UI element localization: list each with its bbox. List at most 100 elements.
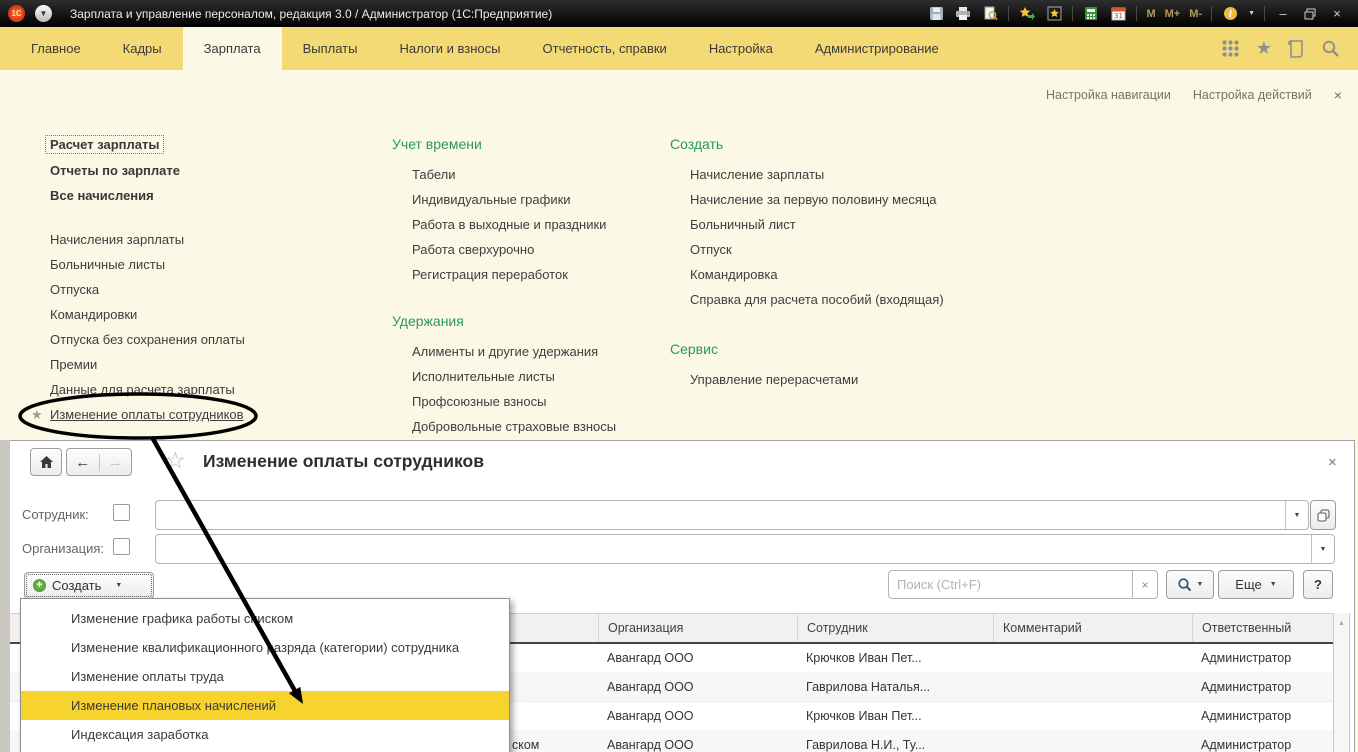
svg-text:31: 31 xyxy=(1114,12,1123,20)
nav-link-otchety-po-zarplate[interactable]: Отчеты по зарплате xyxy=(50,163,180,178)
cell-employee: Крючков Иван Пет... xyxy=(797,701,1002,730)
nav-link-komandirovka[interactable]: Командировка xyxy=(690,267,778,282)
organization-filter-checkbox[interactable] xyxy=(113,538,130,555)
search-input[interactable] xyxy=(889,571,1132,598)
memory-subtract-button[interactable]: M- xyxy=(1189,5,1202,23)
nav-link-otpuska[interactable]: Отпуска xyxy=(50,282,99,297)
application-window: 1С ▼ Зарплата и управление персоналом, р… xyxy=(0,0,1358,752)
favorite-toggle-icon[interactable]: ☆ xyxy=(165,447,186,474)
back-button[interactable]: ← xyxy=(67,454,100,471)
create-button[interactable]: + Создать ▼ xyxy=(24,572,154,599)
tab-kadry[interactable]: Кадры xyxy=(102,27,183,70)
search-caret-icon: ▼ xyxy=(1197,581,1204,588)
nav-link-dannye-dlya-rascheta[interactable]: Данные для расчета зарплаты xyxy=(50,382,235,397)
tab-nalogi[interactable]: Налоги и взносы xyxy=(378,27,521,70)
close-window-button[interactable]: × xyxy=(1328,5,1346,23)
titlebar-separator xyxy=(1072,6,1073,21)
form-close-icon[interactable]: × xyxy=(1328,454,1337,471)
nav-link-upravlenie-pereraschetami[interactable]: Управление перерасчетами xyxy=(690,372,858,387)
search-clear-icon[interactable]: × xyxy=(1132,571,1157,598)
nav-link-alimenty[interactable]: Алименты и другие удержания xyxy=(412,344,598,359)
scroll-up-icon[interactable]: ▲ xyxy=(1334,620,1349,627)
nav-link-registratsiya-pererabotok[interactable]: Регистрация переработок xyxy=(412,267,568,282)
tab-zarplata[interactable]: Зарплата xyxy=(183,27,282,70)
menu-item-izmenenie-oplaty-truda[interactable]: Изменение оплаты труда xyxy=(21,662,509,691)
favorites-icon[interactable] xyxy=(1045,5,1063,23)
memory-recall-button[interactable]: M xyxy=(1146,5,1155,23)
tab-nastroyka[interactable]: Настройка xyxy=(688,27,794,70)
more-button-label: Еще xyxy=(1235,577,1261,592)
tab-glavnoe[interactable]: Главное xyxy=(10,27,102,70)
organization-dropdown-icon[interactable]: ▼ xyxy=(1311,535,1334,563)
column-header-otvetstvennyy[interactable]: Ответственный xyxy=(1192,614,1333,642)
nav-link-otpuska-bez-sohraneniya[interactable]: Отпуска без сохранения оплаты xyxy=(50,332,245,347)
column-header-sotrudnik[interactable]: Сотрудник xyxy=(797,614,993,642)
organization-input[interactable] xyxy=(156,535,1311,563)
employee-dropdown-icon[interactable]: ▼ xyxy=(1285,501,1308,529)
add-to-favorites-icon[interactable] xyxy=(1018,5,1036,23)
nav-link-izmenenie-oplaty-sotrudnikov[interactable]: Изменение оплаты сотрудников xyxy=(50,407,244,422)
nav-link-premii[interactable]: Премии xyxy=(50,357,97,372)
home-button[interactable] xyxy=(30,448,62,476)
titlebar-separator xyxy=(1136,6,1137,21)
nav-link-nachisleniya-zarplaty[interactable]: Начисления зарплаты xyxy=(50,232,184,247)
memory-add-button[interactable]: M+ xyxy=(1165,5,1181,23)
nav-link-nachislenie-zarplaty[interactable]: Начисление зарплаты xyxy=(690,167,824,182)
nav-link-nachislenie-za-polovinu[interactable]: Начисление за первую половину месяца xyxy=(690,192,937,207)
system-menu-button[interactable]: ▼ xyxy=(35,5,52,22)
calendar-icon[interactable]: 31 xyxy=(1109,5,1127,23)
nav-link-profsoyuznye-vznosy[interactable]: Профсоюзные взносы xyxy=(412,394,546,409)
tab-vyplaty[interactable]: Выплаты xyxy=(282,27,379,70)
nav-link-bolnichnye-listy[interactable]: Больничные листы xyxy=(50,257,165,272)
menu-item-izmenenie-razryada[interactable]: Изменение квалификационного разряда (кат… xyxy=(21,633,509,662)
table-scrollbar[interactable]: ▲ xyxy=(1333,613,1350,752)
employee-filter-checkbox[interactable] xyxy=(113,504,130,521)
column-header-kommentariy[interactable]: Комментарий xyxy=(993,614,1192,642)
history-icon[interactable] xyxy=(1288,39,1305,58)
employee-input[interactable] xyxy=(156,501,1285,529)
favorites-star-icon[interactable]: ★ xyxy=(1256,38,1272,59)
nav-link-bolnichnyy-list[interactable]: Больничный лист xyxy=(690,217,796,232)
nav-link-otpusk[interactable]: Отпуск xyxy=(690,242,732,257)
nav-link-rabota-sverhurochno[interactable]: Работа сверхурочно xyxy=(412,242,534,257)
actions-setup-link[interactable]: Настройка действий xyxy=(1193,88,1312,102)
nav-link-tabeli[interactable]: Табели xyxy=(412,167,456,182)
print-preview-icon[interactable] xyxy=(981,5,999,23)
organization-field: ▼ xyxy=(155,534,1335,564)
print-icon[interactable] xyxy=(954,5,972,23)
column-header-organizatsiya[interactable]: Организация xyxy=(598,614,797,642)
search-icon[interactable] xyxy=(1321,39,1340,58)
menu-item-izmenenie-grafika[interactable]: Изменение графика работы списком xyxy=(21,604,509,633)
cell-responsible: Администратор xyxy=(1192,643,1342,672)
all-functions-grid-icon[interactable] xyxy=(1221,39,1240,58)
nav-link-rabota-v-vyhodnye[interactable]: Работа в выходные и праздники xyxy=(412,217,606,232)
nav-link-spravka-posobiy[interactable]: Справка для расчета пособий (входящая) xyxy=(690,292,944,307)
employee-open-button[interactable] xyxy=(1310,500,1336,530)
tab-administrirovanie[interactable]: Администрирование xyxy=(794,27,960,70)
search-button[interactable]: ▼ xyxy=(1166,570,1214,599)
help-button[interactable]: ? xyxy=(1303,570,1333,599)
favorite-star-icon[interactable]: ★ xyxy=(31,407,43,423)
cell-employee: Гаврилова Н.И., Ту... xyxy=(797,730,1002,752)
nav-link-dobrovolnye-vznosy[interactable]: Добровольные страховые взносы xyxy=(412,419,616,434)
menu-item-izmenenie-planovyh-nachisleniy[interactable]: Изменение плановых начислений xyxy=(21,691,509,720)
section-header-servis: Сервис xyxy=(670,341,718,357)
minimize-button[interactable]: – xyxy=(1274,5,1292,23)
nav-link-komandirovki[interactable]: Командировки xyxy=(50,307,137,322)
close-panel-icon[interactable]: × xyxy=(1334,87,1342,103)
restore-button[interactable] xyxy=(1301,5,1319,23)
more-button[interactable]: Еще ▼ xyxy=(1218,570,1294,599)
save-icon[interactable] xyxy=(927,5,945,23)
nav-link-vse-nachisleniya[interactable]: Все начисления xyxy=(50,188,154,203)
info-icon[interactable]: i xyxy=(1221,5,1239,23)
calculator-icon[interactable] xyxy=(1082,5,1100,23)
navigation-setup-link[interactable]: Настройка навигации xyxy=(1046,88,1171,102)
menu-item-indeksatsiya-zarabotka[interactable]: Индексация заработка xyxy=(21,720,509,749)
nav-link-individualnye-grafiki[interactable]: Индивидуальные графики xyxy=(412,192,571,207)
nav-link-ispolnitelnye-listy[interactable]: Исполнительные листы xyxy=(412,369,555,384)
section-tabs: Главное Кадры Зарплата Выплаты Налоги и … xyxy=(0,27,960,70)
tab-otchetnost[interactable]: Отчетность, справки xyxy=(522,27,688,70)
info-caret-icon[interactable]: ▼ xyxy=(1248,10,1255,17)
forward-button[interactable]: → xyxy=(100,454,132,471)
nav-link-raschet-zarplaty[interactable]: Расчет зарплаты xyxy=(45,135,164,154)
